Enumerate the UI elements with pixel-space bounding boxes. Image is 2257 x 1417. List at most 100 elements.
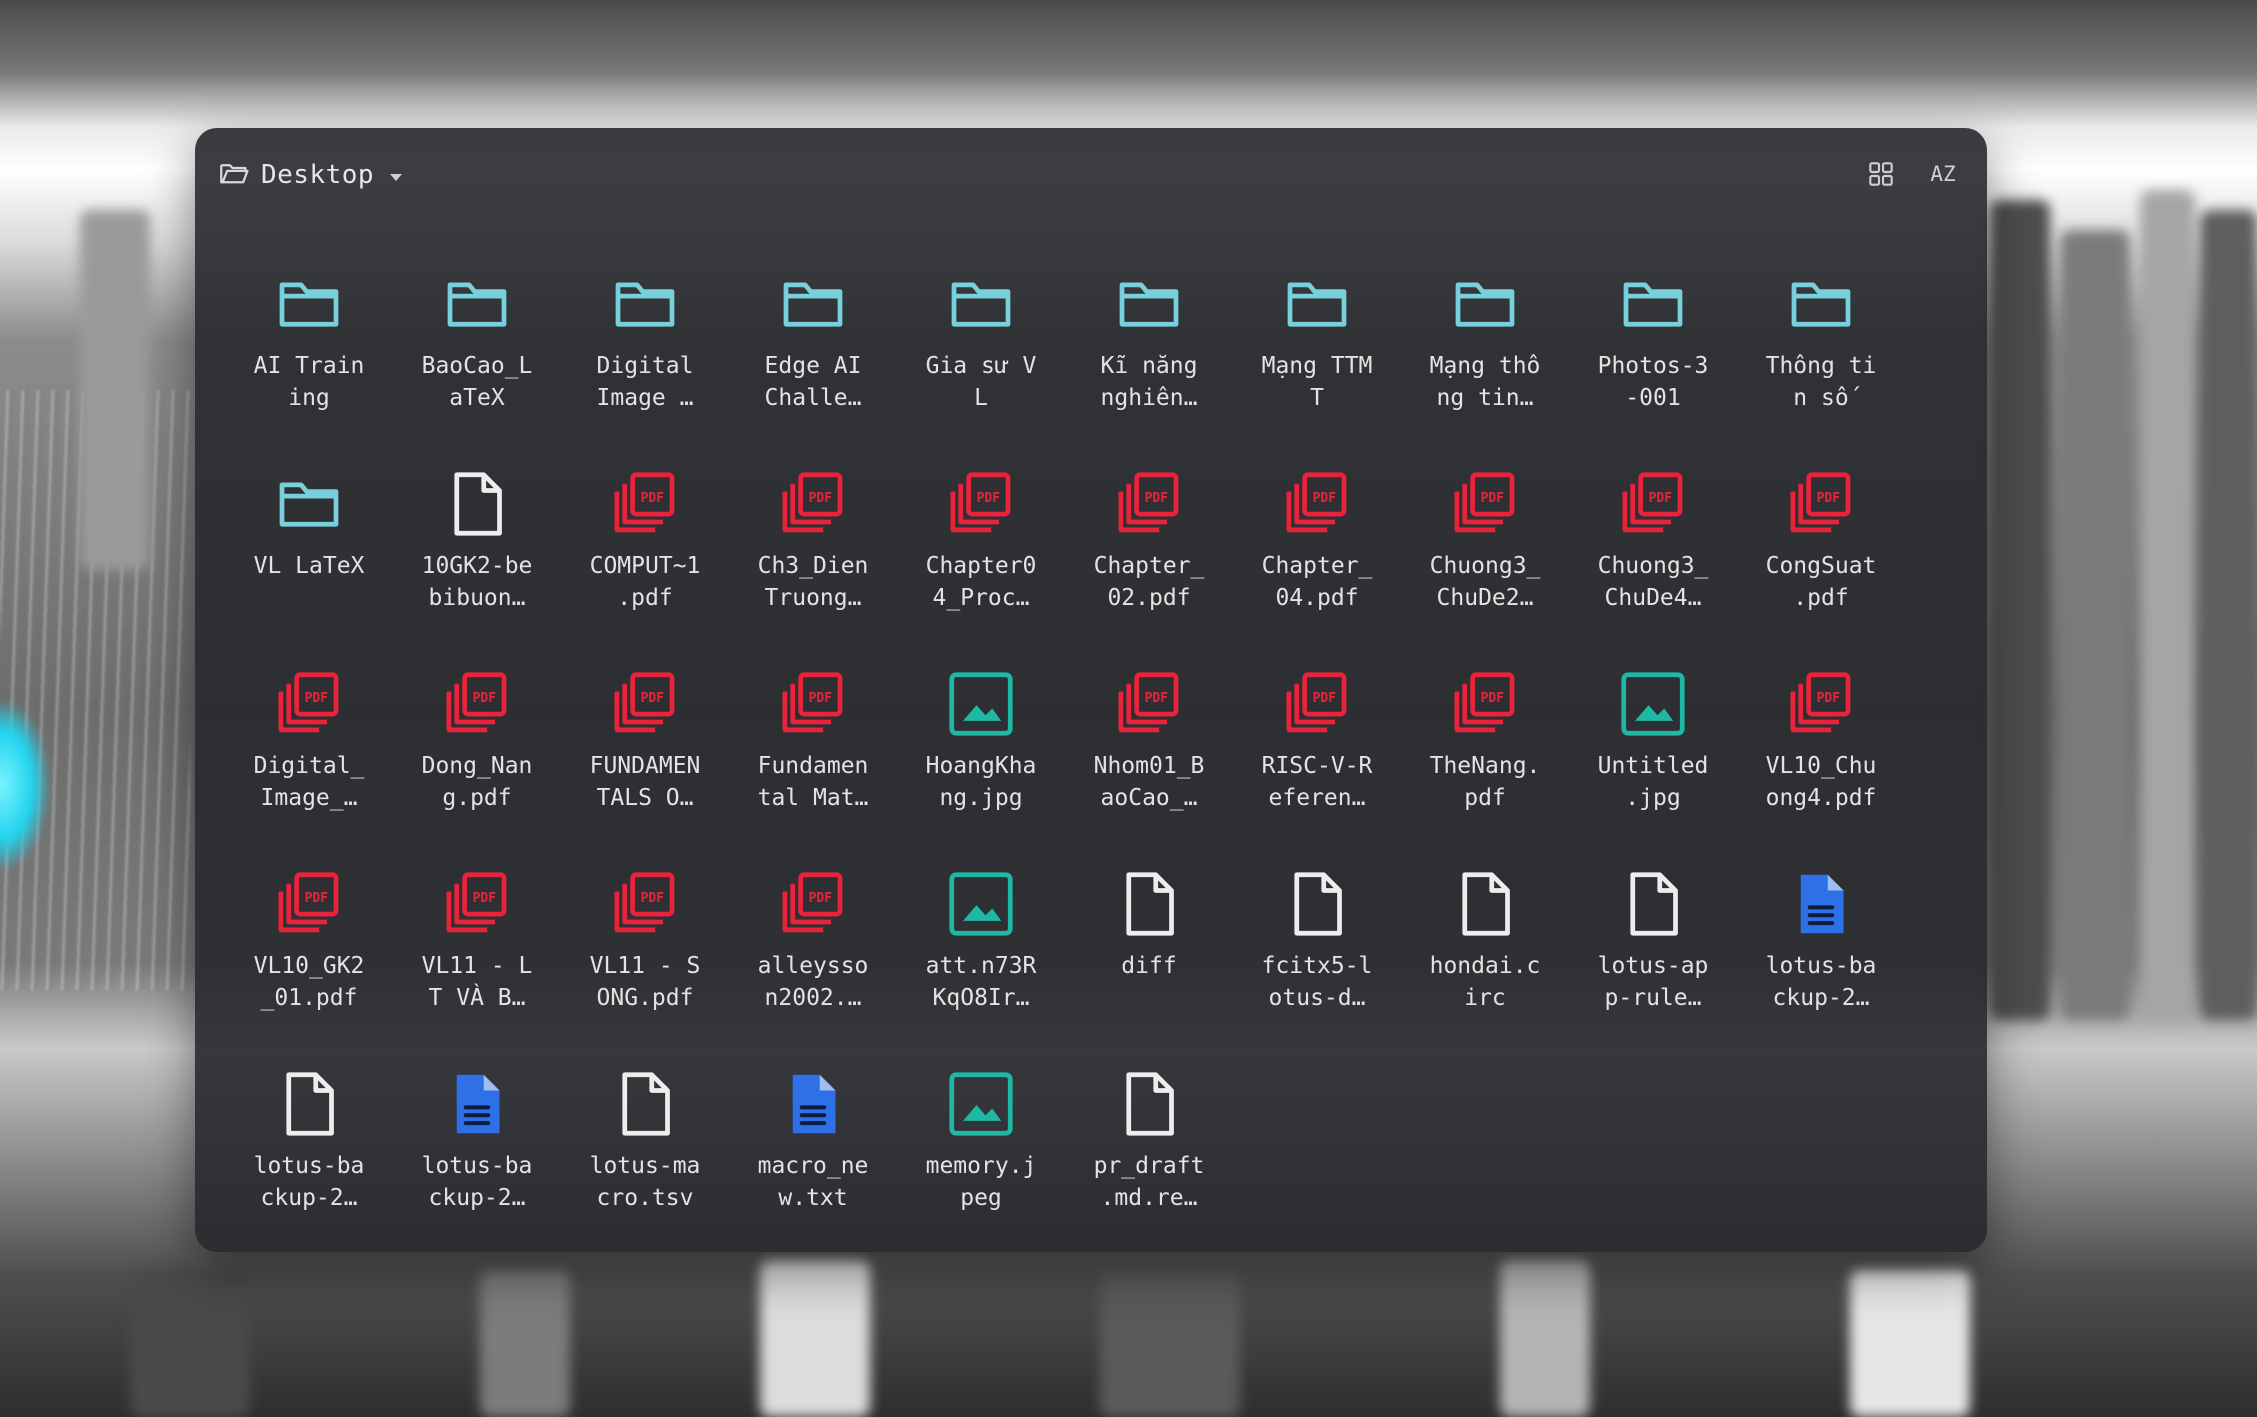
svg-text:PDF: PDF (1649, 491, 1673, 506)
file-item[interactable]: PDF VL11 - S ONG.pdf (561, 828, 729, 1018)
file-item[interactable]: PDF Chuong3_ ChuDe2… (1401, 428, 1569, 618)
file-item[interactable]: PDF VL10_GK2 _01.pdf (225, 828, 393, 1018)
svg-text:PDF: PDF (305, 691, 329, 706)
file-item[interactable]: Digital Image … (561, 228, 729, 418)
wallpaper-book (1100, 1270, 1240, 1417)
file-item[interactable]: Gia sư V L (897, 228, 1065, 418)
wallpaper-book (760, 1260, 870, 1417)
file-name: alleysso n2002.… (757, 953, 869, 1011)
wallpaper-butterfly (0, 700, 50, 870)
file-item[interactable]: PDF Digital_ Image_… (225, 628, 393, 818)
wallpaper-book (480, 1270, 570, 1417)
file-item[interactable]: lotus-ma cro.tsv (561, 1028, 729, 1218)
chevron-down-icon (390, 173, 403, 181)
file-item[interactable]: VL LaTeX (225, 428, 393, 618)
text-document-icon (441, 1068, 513, 1140)
file-item[interactable]: PDF VL10_Chu ong4.pdf (1737, 628, 1905, 818)
pdf-file-icon: PDF (1113, 468, 1185, 540)
file-item[interactable]: PDF COMPUT~1 .pdf (561, 428, 729, 618)
file-item[interactable]: PDF RISC-V-R eferen… (1233, 628, 1401, 818)
pdf-file-icon: PDF (1113, 668, 1185, 740)
file-name: Mạng TTM T (1261, 353, 1373, 411)
pdf-file-icon: PDF (1617, 468, 1689, 540)
file-item[interactable]: Mạng TTM T (1233, 228, 1401, 418)
folder-icon (273, 268, 345, 340)
file-name: TheNang. pdf (1429, 753, 1541, 811)
file-item[interactable]: PDF Chapter0 4_Proc… (897, 428, 1065, 618)
file-name: HoangKha ng.jpg (925, 753, 1037, 811)
file-item[interactable]: Mạng thô ng tin… (1401, 228, 1569, 418)
file-item[interactable]: Edge AI Challe… (729, 228, 897, 418)
file-item[interactable]: 10GK2-be bibuon… (393, 428, 561, 618)
file-item[interactable]: Thông ti n số (1737, 228, 1905, 418)
file-name: Chapter_ 04.pdf (1261, 553, 1373, 611)
file-item[interactable]: PDF Chuong3_ ChuDe4… (1569, 428, 1737, 618)
file-name: Untitled .jpg (1597, 753, 1709, 811)
file-name: FUNDAMEN TALS O… (589, 753, 701, 811)
file-icon (1617, 868, 1689, 940)
pdf-file-icon: PDF (1281, 468, 1353, 540)
file-item[interactable]: lotus-ba ckup-2… (393, 1028, 561, 1218)
file-item[interactable]: Kĩ năng nghiên… (1065, 228, 1233, 418)
file-name: AI Train ing (253, 353, 365, 411)
file-item[interactable]: diff (1065, 828, 1233, 1018)
folder-icon (945, 268, 1017, 340)
file-item[interactable]: Photos-3 -001 (1569, 228, 1737, 418)
file-item[interactable]: PDF Chapter_ 02.pdf (1065, 428, 1233, 618)
text-document-icon (777, 1068, 849, 1140)
file-item[interactable]: macro_ne w.txt (729, 1028, 897, 1218)
file-item[interactable]: hondai.c irc (1401, 828, 1569, 1018)
file-item[interactable]: PDF Ch3_Dien Truong… (729, 428, 897, 618)
file-item[interactable]: PDF FUNDAMEN TALS O… (561, 628, 729, 818)
grid-view-icon[interactable] (1865, 158, 1897, 190)
file-item[interactable]: PDF CongSuat .pdf (1737, 428, 1905, 618)
file-item[interactable]: BaoCao_L aTeX (393, 228, 561, 418)
file-name: pr_draft .md.re… (1093, 1153, 1205, 1211)
location-dropdown[interactable]: Desktop (217, 154, 403, 196)
file-item[interactable]: AI Train ing (225, 228, 393, 418)
file-item[interactable]: PDF Nhom01_B aoCao_… (1065, 628, 1233, 818)
file-browser-window: Desktop AZ AI Train ing BaoCao_L aTeX Digi… (195, 128, 1987, 1252)
file-item[interactable]: Untitled .jpg (1569, 628, 1737, 818)
image-file-icon (945, 1068, 1017, 1140)
file-item[interactable]: PDF Chapter_ 04.pdf (1233, 428, 1401, 618)
file-item[interactable]: PDF Dong_Nan g.pdf (393, 628, 561, 818)
file-name: lotus-ba ckup-2… (1765, 953, 1877, 1011)
file-icon (1449, 868, 1521, 940)
file-item[interactable]: PDF VL11 - L T VÀ B… (393, 828, 561, 1018)
file-name: VL10_Chu ong4.pdf (1765, 753, 1877, 811)
file-item[interactable]: PDF Fundamen tal Mat… (729, 628, 897, 818)
file-item[interactable]: fcitx5-l otus-d… (1233, 828, 1401, 1018)
file-item[interactable]: HoangKha ng.jpg (897, 628, 1065, 818)
folder-icon (441, 268, 513, 340)
file-item[interactable]: lotus-ba ckup-2… (225, 1028, 393, 1218)
file-item[interactable]: PDF TheNang. pdf (1401, 628, 1569, 818)
file-name: lotus-ma cro.tsv (589, 1153, 701, 1211)
svg-text:PDF: PDF (809, 891, 833, 906)
folder-icon (777, 268, 849, 340)
svg-text:PDF: PDF (641, 891, 665, 906)
file-name: Dong_Nan g.pdf (421, 753, 533, 811)
file-item[interactable]: PDF alleysso n2002.… (729, 828, 897, 1018)
svg-text:PDF: PDF (641, 491, 665, 506)
file-item[interactable]: lotus-ap p-rule… (1569, 828, 1737, 1018)
pdf-file-icon: PDF (441, 668, 513, 740)
image-file-icon (1617, 668, 1689, 740)
wallpaper-book (1990, 200, 2050, 1020)
file-item[interactable]: pr_draft .md.re… (1065, 1028, 1233, 1218)
pdf-file-icon: PDF (1281, 668, 1353, 740)
file-item[interactable]: lotus-ba ckup-2… (1737, 828, 1905, 1018)
pdf-file-icon: PDF (777, 468, 849, 540)
file-name: lotus-ba ckup-2… (421, 1153, 533, 1211)
file-item[interactable]: att.n73R KqO8Ir… (897, 828, 1065, 1018)
folder-icon (609, 268, 681, 340)
sort-az-icon[interactable]: AZ (1927, 158, 1959, 190)
wallpaper-book (2060, 230, 2130, 1020)
pdf-file-icon: PDF (609, 868, 681, 940)
file-item[interactable]: memory.j peg (897, 1028, 1065, 1218)
file-name: Gia sư V L (925, 353, 1037, 411)
window-title: Desktop (261, 160, 375, 190)
svg-text:PDF: PDF (1313, 491, 1337, 506)
svg-text:PDF: PDF (1145, 691, 1169, 706)
folder-icon (1785, 268, 1857, 340)
